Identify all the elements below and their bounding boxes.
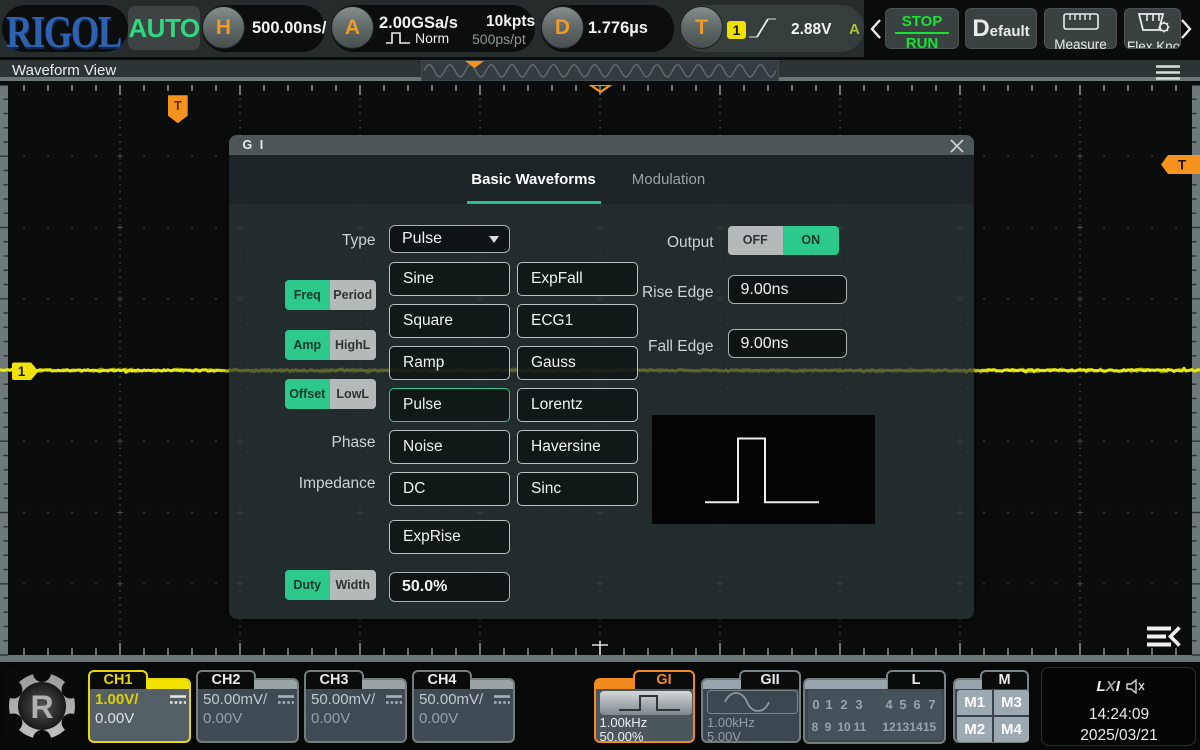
- svg-text:T: T: [174, 98, 182, 113]
- svg-text:1: 1: [18, 364, 26, 379]
- svg-text:T: T: [1178, 158, 1187, 173]
- svg-text:R: R: [30, 689, 53, 725]
